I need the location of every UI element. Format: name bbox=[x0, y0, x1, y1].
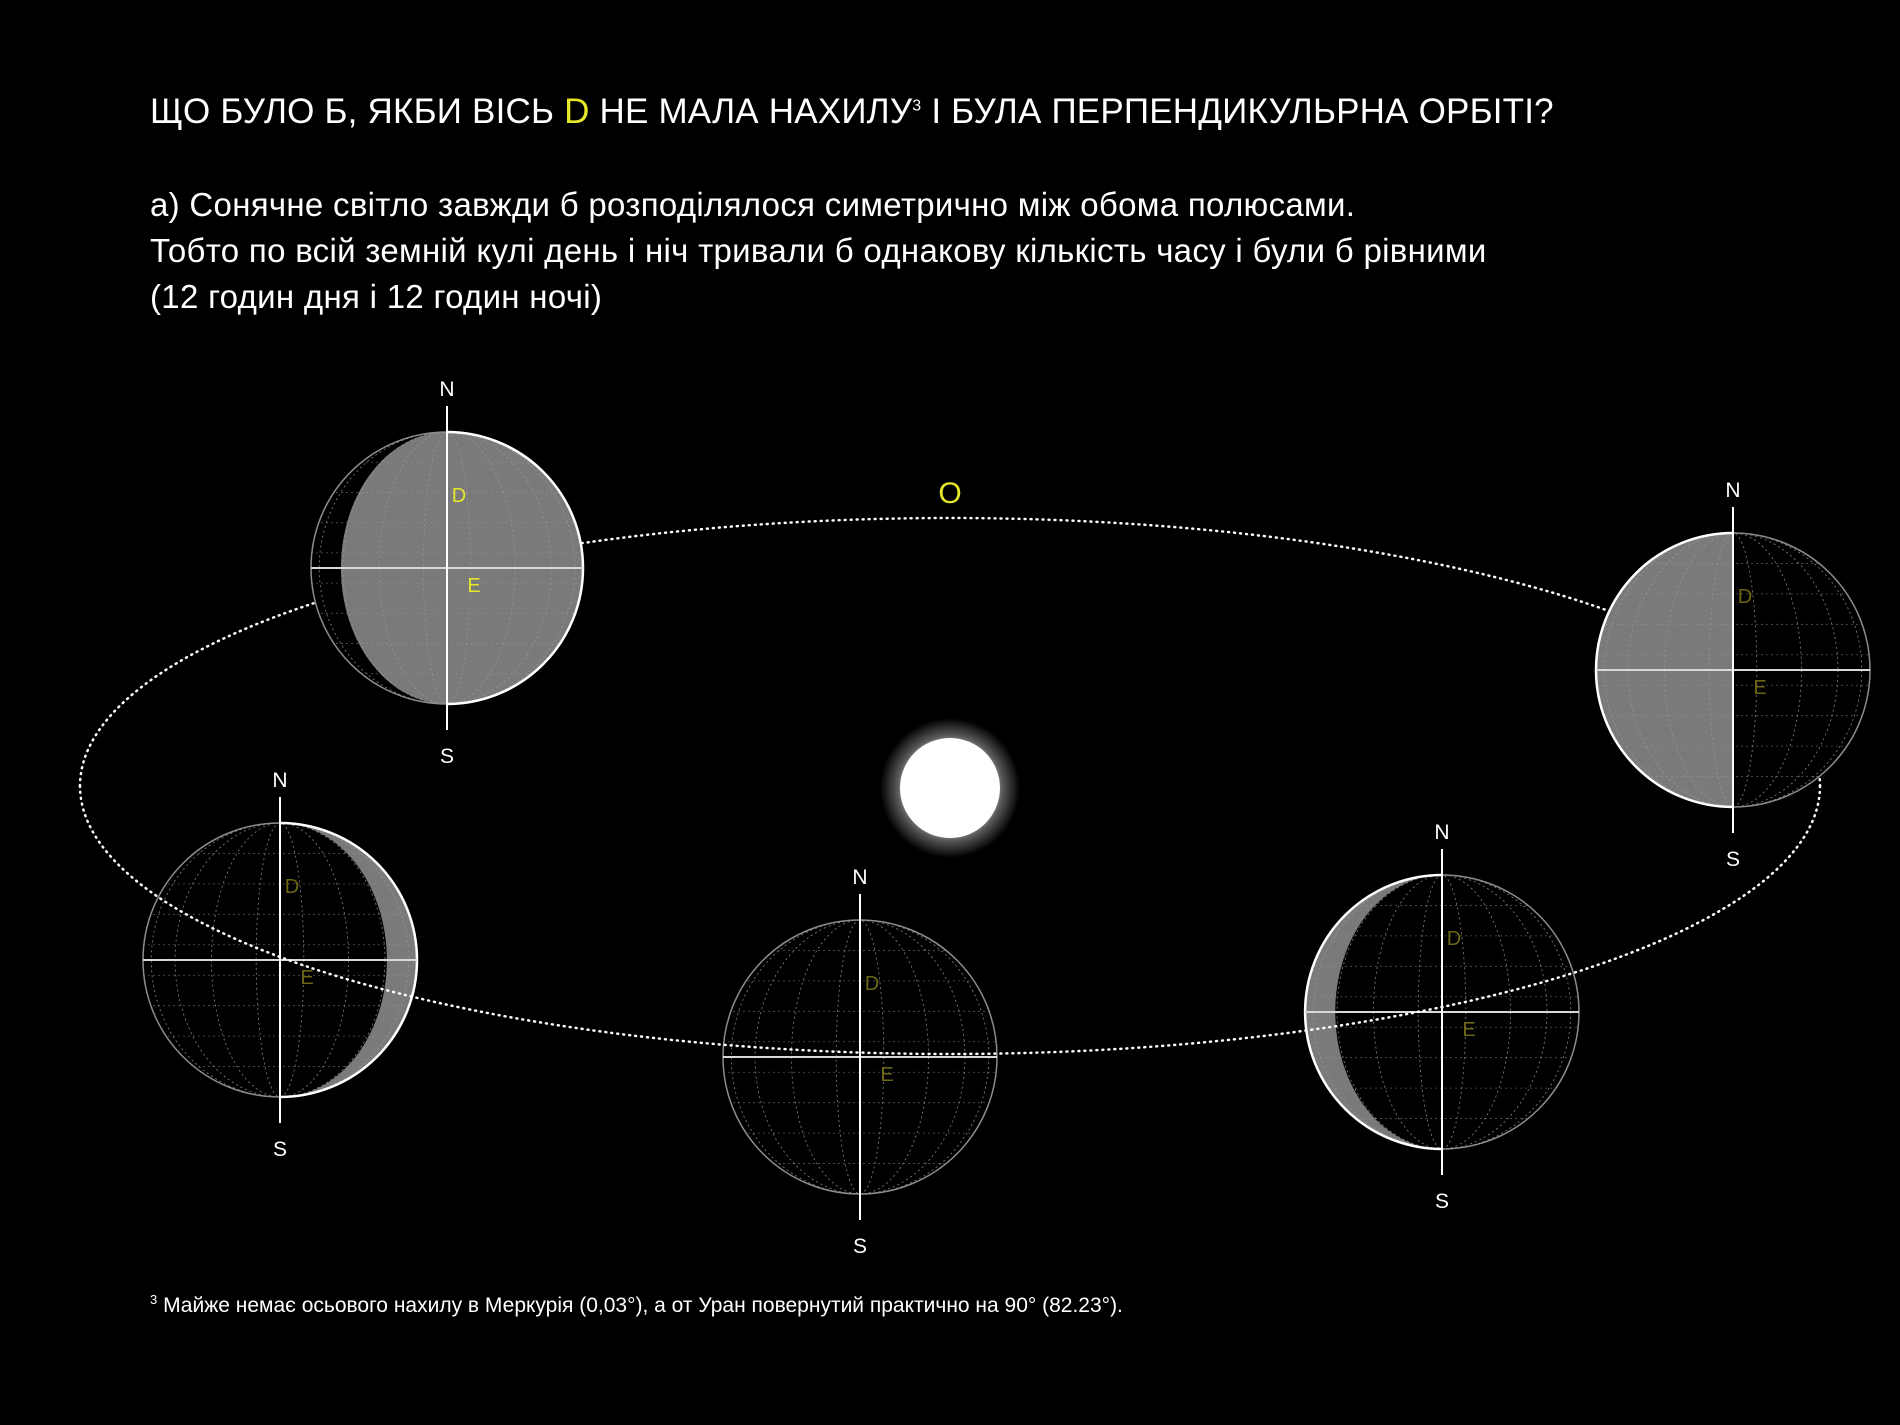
equator-label-e: E bbox=[880, 1064, 893, 1086]
south-pole-label: S bbox=[1726, 848, 1740, 871]
orbit-diagram: O N S D E N S D E N S D E N S D E N S D E bbox=[78, 378, 1871, 1258]
globe-bottom-center: N S D E bbox=[722, 866, 998, 1258]
north-pole-label: N bbox=[439, 378, 454, 401]
globe-bottom-right: N S D E bbox=[1303, 821, 1580, 1213]
footnote-text: Майже немає осьового нахилу в Меркурія (… bbox=[157, 1294, 1123, 1317]
north-pole-label: N bbox=[852, 866, 867, 889]
equator-label-e: E bbox=[300, 967, 313, 989]
equator-label-e: E bbox=[1462, 1019, 1475, 1041]
south-pole-label: S bbox=[853, 1235, 867, 1258]
globe-left: N S D E bbox=[142, 769, 419, 1161]
axis-label-d: D bbox=[1738, 586, 1752, 608]
north-pole-label: N bbox=[1725, 479, 1740, 502]
equator-label-e: E bbox=[467, 575, 480, 597]
north-pole-label: N bbox=[272, 769, 287, 792]
axis-label-d: D bbox=[1447, 928, 1461, 950]
sun bbox=[880, 718, 1020, 858]
globe-top-left: N S D E bbox=[310, 378, 585, 768]
equator-label-e: E bbox=[1753, 677, 1766, 699]
orbit-label: O bbox=[938, 477, 961, 510]
axis-label-d: D bbox=[285, 876, 299, 898]
footnote: 3 Майже немає осьового нахилу в Меркурія… bbox=[150, 1292, 1123, 1318]
axis-label-d: D bbox=[452, 485, 466, 507]
axis-label-d: D bbox=[865, 973, 879, 995]
south-pole-label: S bbox=[273, 1138, 287, 1161]
south-pole-label: S bbox=[1435, 1190, 1449, 1213]
globe-right: N S D E bbox=[1594, 479, 1871, 871]
sun-disk bbox=[900, 738, 1000, 838]
north-pole-label: N bbox=[1434, 821, 1449, 844]
south-pole-label: S bbox=[440, 745, 454, 768]
